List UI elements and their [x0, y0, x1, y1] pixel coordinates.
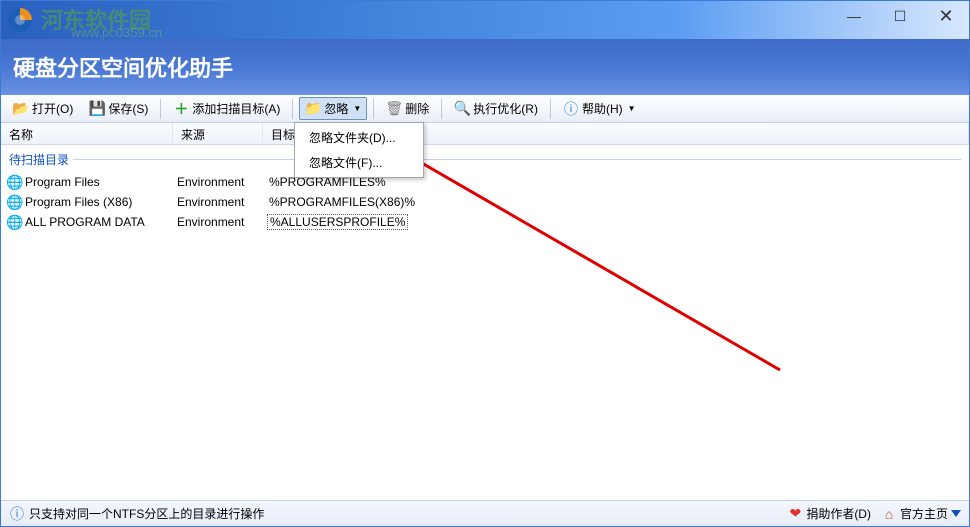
row-source: Environment	[177, 175, 267, 189]
titlebar: 河东软件园 www.pc0359.cn — ☐ ✕	[1, 1, 969, 39]
statusbar: ⓘ 只支持对同一个NTFS分区上的目录进行操作 ❤ 捐助作者(D) ⌂ 官方主页	[1, 500, 969, 526]
app-window: 河东软件园 www.pc0359.cn — ☐ ✕ 硬盘分区空间优化助手 📂 打…	[0, 0, 970, 527]
group-divider	[73, 159, 961, 160]
group-label-text: 待扫描目录	[9, 151, 69, 168]
add-label: 添加扫描目标(A)	[192, 100, 280, 117]
column-name[interactable]: 名称	[1, 123, 173, 144]
homepage-label: 官方主页	[900, 505, 948, 522]
save-icon: 💾	[89, 101, 105, 117]
home-icon: ⌂	[881, 506, 897, 522]
separator	[550, 99, 551, 119]
delete-label: 删除	[405, 100, 429, 117]
globe-icon: 🌐	[5, 194, 25, 210]
separator	[441, 99, 442, 119]
minimize-button[interactable]: —	[831, 1, 877, 31]
row-source: Environment	[177, 215, 267, 229]
run-button[interactable]: 🔍 执行优化(R)	[448, 97, 544, 120]
status-text: 只支持对同一个NTFS分区上的目录进行操作	[29, 505, 264, 522]
donate-link[interactable]: ❤ 捐助作者(D)	[787, 505, 871, 522]
delete-icon: 🗑	[386, 101, 402, 117]
ignore-file-item[interactable]: 忽略文件(F)...	[297, 150, 421, 175]
maximize-button[interactable]: ☐	[877, 1, 923, 31]
table-row[interactable]: 🌐 ALL PROGRAM DATA Environment %ALLUSERS…	[1, 212, 969, 232]
row-source: Environment	[177, 195, 267, 209]
row-path: %ALLUSERSPROFILE%	[267, 214, 408, 230]
open-button[interactable]: 📂 打开(O)	[7, 97, 79, 120]
help-button[interactable]: ⓘ 帮助(H) ▼	[557, 97, 642, 120]
folder-open-icon: 📂	[13, 101, 29, 117]
plus-icon: ＋	[173, 101, 189, 117]
chevron-down-icon: ▼	[628, 104, 636, 113]
separator	[160, 99, 161, 119]
triangle-icon	[951, 510, 961, 517]
row-name: Program Files	[25, 175, 177, 189]
open-label: 打开(O)	[32, 100, 73, 117]
donate-label: 捐助作者(D)	[806, 505, 871, 522]
ignore-label: 忽略	[324, 100, 348, 117]
globe-icon: 🌐	[5, 214, 25, 230]
window-controls: — ☐ ✕	[831, 1, 969, 31]
content-area: 待扫描目录 🌐 Program Files Environment %PROGR…	[1, 145, 969, 500]
status-hint: ⓘ 只支持对同一个NTFS分区上的目录进行操作	[9, 505, 264, 522]
group-header: 待扫描目录	[1, 145, 969, 172]
column-source[interactable]: 来源	[173, 123, 263, 144]
table-row[interactable]: 🌐 Program Files (X86) Environment %PROGR…	[1, 192, 969, 212]
ignore-dropdown-menu: 忽略文件夹(D)... 忽略文件(F)...	[294, 122, 424, 178]
folder-icon: 📁	[305, 101, 321, 117]
app-header: 硬盘分区空间优化助手	[1, 39, 969, 95]
chevron-down-icon: ▼	[353, 104, 361, 113]
app-logo	[1, 1, 39, 39]
magnifier-icon: 🔍	[454, 101, 470, 117]
run-label: 执行优化(R)	[473, 100, 538, 117]
help-label: 帮助(H)	[582, 100, 623, 117]
save-button[interactable]: 💾 保存(S)	[83, 97, 154, 120]
homepage-link[interactable]: ⌂ 官方主页	[881, 505, 961, 522]
table-row[interactable]: 🌐 Program Files Environment %PROGRAMFILE…	[1, 172, 969, 192]
delete-button[interactable]: 🗑 删除	[380, 97, 435, 120]
ignore-button[interactable]: 📁 忽略 ▼	[299, 97, 367, 120]
watermark-url: www.pc0359.cn	[71, 25, 162, 40]
app-title: 硬盘分区空间优化助手	[13, 51, 233, 83]
toolbar: 📂 打开(O) 💾 保存(S) ＋ 添加扫描目标(A) 📁 忽略 ▼ 🗑 删除 …	[1, 95, 969, 123]
add-target-button[interactable]: ＋ 添加扫描目标(A)	[167, 97, 286, 120]
heart-icon: ❤	[787, 506, 803, 522]
columns-header: 名称 来源 目标路	[1, 123, 969, 145]
ignore-folder-item[interactable]: 忽略文件夹(D)...	[297, 125, 421, 150]
row-path: %PROGRAMFILES(X86)%	[267, 195, 417, 209]
separator	[373, 99, 374, 119]
separator	[292, 99, 293, 119]
globe-icon: 🌐	[5, 174, 25, 190]
row-name: Program Files (X86)	[25, 195, 177, 209]
help-icon: ⓘ	[563, 101, 579, 117]
row-name: ALL PROGRAM DATA	[25, 215, 177, 229]
save-label: 保存(S)	[108, 100, 148, 117]
close-button[interactable]: ✕	[923, 1, 969, 31]
status-links: ❤ 捐助作者(D) ⌂ 官方主页	[787, 505, 961, 522]
info-icon: ⓘ	[9, 506, 25, 522]
